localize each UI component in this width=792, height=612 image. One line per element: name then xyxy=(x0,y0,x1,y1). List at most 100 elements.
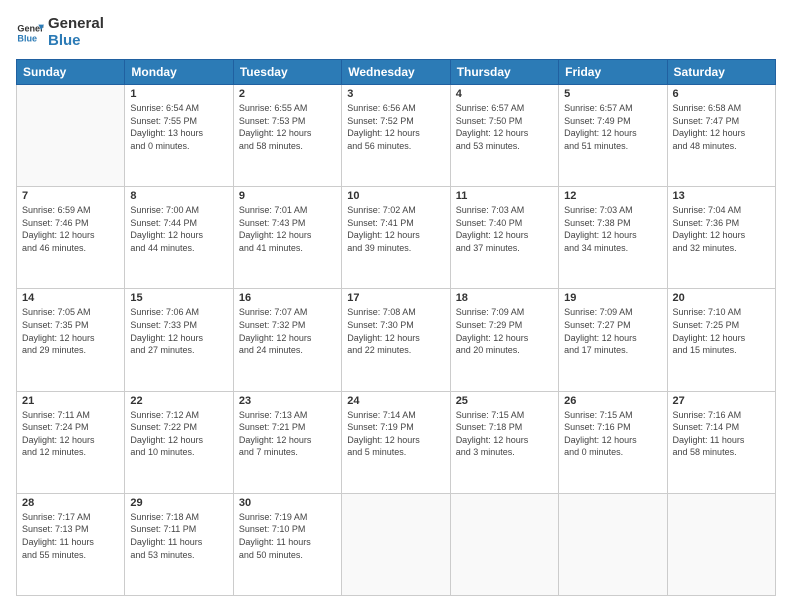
day-number: 13 xyxy=(673,190,770,202)
calendar-cell: 26 Sunrise: 7:15 AM Sunset: 7:16 PM Dayli… xyxy=(559,391,667,493)
weekday-header-row: SundayMondayTuesdayWednesdayThursdayFrid… xyxy=(17,60,776,85)
day-number: 28 xyxy=(22,497,119,509)
day-number: 23 xyxy=(239,395,336,407)
day-info: Sunrise: 7:13 AM Sunset: 7:21 PM Dayligh… xyxy=(239,409,336,459)
day-info: Sunrise: 7:17 AM Sunset: 7:13 PM Dayligh… xyxy=(22,511,119,561)
weekday-header-thursday: Thursday xyxy=(450,60,558,85)
calendar-cell xyxy=(667,493,775,595)
calendar-cell: 4 Sunrise: 6:57 AM Sunset: 7:50 PM Daylig… xyxy=(450,85,558,187)
weekday-header-sunday: Sunday xyxy=(17,60,125,85)
day-number: 6 xyxy=(673,88,770,100)
calendar-cell: 19 Sunrise: 7:09 AM Sunset: 7:27 PM Dayli… xyxy=(559,289,667,391)
day-number: 7 xyxy=(22,190,119,202)
calendar-cell: 2 Sunrise: 6:55 AM Sunset: 7:53 PM Daylig… xyxy=(233,85,341,187)
calendar-cell: 8 Sunrise: 7:00 AM Sunset: 7:44 PM Daylig… xyxy=(125,187,233,289)
day-number: 3 xyxy=(347,88,444,100)
weekday-header-monday: Monday xyxy=(125,60,233,85)
day-number: 29 xyxy=(130,497,227,509)
calendar-cell: 14Sunrise: 7:05 AM Sunset: 7:35 PM Dayli… xyxy=(17,289,125,391)
day-info: Sunrise: 7:12 AM Sunset: 7:22 PM Dayligh… xyxy=(130,409,227,459)
day-number: 17 xyxy=(347,292,444,304)
day-info: Sunrise: 7:05 AM Sunset: 7:35 PM Dayligh… xyxy=(22,306,119,356)
day-info: Sunrise: 7:01 AM Sunset: 7:43 PM Dayligh… xyxy=(239,204,336,254)
day-info: Sunrise: 7:15 AM Sunset: 7:18 PM Dayligh… xyxy=(456,409,553,459)
day-number: 10 xyxy=(347,190,444,202)
day-number: 18 xyxy=(456,292,553,304)
day-number: 30 xyxy=(239,497,336,509)
calendar-cell: 20Sunrise: 7:10 AM Sunset: 7:25 PM Dayli… xyxy=(667,289,775,391)
logo: General Blue General Blue xyxy=(16,16,104,49)
week-row-1: 1Sunrise: 6:54 AM Sunset: 7:55 PM Daylig… xyxy=(17,85,776,187)
day-number: 24 xyxy=(347,395,444,407)
weekday-header-tuesday: Tuesday xyxy=(233,60,341,85)
logo-blue: Blue xyxy=(48,33,104,50)
calendar-cell: 23 Sunrise: 7:13 AM Sunset: 7:21 PM Dayli… xyxy=(233,391,341,493)
calendar-cell: 21 Sunrise: 7:11 AM Sunset: 7:24 PM Dayli… xyxy=(17,391,125,493)
day-info: Sunrise: 7:00 AM Sunset: 7:44 PM Dayligh… xyxy=(130,204,227,254)
day-number: 5 xyxy=(564,88,661,100)
calendar-cell xyxy=(559,493,667,595)
day-info: Sunrise: 7:03 AM Sunset: 7:38 PM Dayligh… xyxy=(564,204,661,254)
calendar-cell: 17 Sunrise: 7:08 AM Sunset: 7:30 PM Dayli… xyxy=(342,289,450,391)
day-info: Sunrise: 7:02 AM Sunset: 7:41 PM Dayligh… xyxy=(347,204,444,254)
weekday-header-friday: Friday xyxy=(559,60,667,85)
day-info: Sunrise: 7:15 AM Sunset: 7:16 PM Dayligh… xyxy=(564,409,661,459)
day-number: 1 xyxy=(130,88,227,100)
calendar-cell: 6 Sunrise: 6:58 AM Sunset: 7:47 PM Daylig… xyxy=(667,85,775,187)
header: General Blue General Blue xyxy=(16,16,776,49)
day-number: 16 xyxy=(239,292,336,304)
calendar-cell: 16 Sunrise: 7:07 AM Sunset: 7:32 PM Dayli… xyxy=(233,289,341,391)
day-info: Sunrise: 6:55 AM Sunset: 7:53 PM Dayligh… xyxy=(239,102,336,152)
calendar-cell: 10 Sunrise: 7:02 AM Sunset: 7:41 PM Dayli… xyxy=(342,187,450,289)
week-row-3: 14Sunrise: 7:05 AM Sunset: 7:35 PM Dayli… xyxy=(17,289,776,391)
calendar-cell: 27 Sunrise: 7:16 AM Sunset: 7:14 PM Dayli… xyxy=(667,391,775,493)
calendar-cell: 3 Sunrise: 6:56 AM Sunset: 7:52 PM Daylig… xyxy=(342,85,450,187)
day-number: 9 xyxy=(239,190,336,202)
day-number: 2 xyxy=(239,88,336,100)
calendar-cell: 29Sunrise: 7:18 AM Sunset: 7:11 PM Dayli… xyxy=(125,493,233,595)
day-info: Sunrise: 7:16 AM Sunset: 7:14 PM Dayligh… xyxy=(673,409,770,459)
calendar-cell: 9 Sunrise: 7:01 AM Sunset: 7:43 PM Daylig… xyxy=(233,187,341,289)
calendar-cell: 7 Sunrise: 6:59 AM Sunset: 7:46 PM Daylig… xyxy=(17,187,125,289)
day-info: Sunrise: 7:09 AM Sunset: 7:27 PM Dayligh… xyxy=(564,306,661,356)
calendar-cell: 11Sunrise: 7:03 AM Sunset: 7:40 PM Dayli… xyxy=(450,187,558,289)
page: General Blue General Blue SundayMondayTu… xyxy=(0,0,792,612)
calendar-cell: 12Sunrise: 7:03 AM Sunset: 7:38 PM Dayli… xyxy=(559,187,667,289)
day-number: 21 xyxy=(22,395,119,407)
day-info: Sunrise: 7:14 AM Sunset: 7:19 PM Dayligh… xyxy=(347,409,444,459)
day-number: 25 xyxy=(456,395,553,407)
calendar-cell: 5 Sunrise: 6:57 AM Sunset: 7:49 PM Daylig… xyxy=(559,85,667,187)
day-info: Sunrise: 7:07 AM Sunset: 7:32 PM Dayligh… xyxy=(239,306,336,356)
calendar-cell: 15Sunrise: 7:06 AM Sunset: 7:33 PM Dayli… xyxy=(125,289,233,391)
svg-text:Blue: Blue xyxy=(17,33,37,43)
day-info: Sunrise: 7:19 AM Sunset: 7:10 PM Dayligh… xyxy=(239,511,336,561)
day-info: Sunrise: 6:57 AM Sunset: 7:49 PM Dayligh… xyxy=(564,102,661,152)
weekday-header-wednesday: Wednesday xyxy=(342,60,450,85)
calendar-cell: 1Sunrise: 6:54 AM Sunset: 7:55 PM Daylig… xyxy=(125,85,233,187)
calendar-table: SundayMondayTuesdayWednesdayThursdayFrid… xyxy=(16,59,776,596)
day-number: 19 xyxy=(564,292,661,304)
day-info: Sunrise: 6:56 AM Sunset: 7:52 PM Dayligh… xyxy=(347,102,444,152)
weekday-header-saturday: Saturday xyxy=(667,60,775,85)
calendar-cell: 28 Sunrise: 7:17 AM Sunset: 7:13 PM Dayli… xyxy=(17,493,125,595)
day-number: 20 xyxy=(673,292,770,304)
day-number: 26 xyxy=(564,395,661,407)
calendar-cell xyxy=(342,493,450,595)
calendar-cell: 13Sunrise: 7:04 AM Sunset: 7:36 PM Dayli… xyxy=(667,187,775,289)
day-info: Sunrise: 7:08 AM Sunset: 7:30 PM Dayligh… xyxy=(347,306,444,356)
day-number: 8 xyxy=(130,190,227,202)
logo-icon: General Blue xyxy=(16,19,44,47)
calendar-cell xyxy=(17,85,125,187)
calendar-cell: 22Sunrise: 7:12 AM Sunset: 7:22 PM Dayli… xyxy=(125,391,233,493)
calendar-cell: 25 Sunrise: 7:15 AM Sunset: 7:18 PM Dayli… xyxy=(450,391,558,493)
day-number: 15 xyxy=(130,292,227,304)
logo-general: General xyxy=(48,16,104,33)
day-info: Sunrise: 6:58 AM Sunset: 7:47 PM Dayligh… xyxy=(673,102,770,152)
calendar-cell: 24 Sunrise: 7:14 AM Sunset: 7:19 PM Dayli… xyxy=(342,391,450,493)
day-number: 4 xyxy=(456,88,553,100)
day-info: Sunrise: 6:57 AM Sunset: 7:50 PM Dayligh… xyxy=(456,102,553,152)
day-info: Sunrise: 6:59 AM Sunset: 7:46 PM Dayligh… xyxy=(22,204,119,254)
day-info: Sunrise: 7:11 AM Sunset: 7:24 PM Dayligh… xyxy=(22,409,119,459)
calendar-cell: 30 Sunrise: 7:19 AM Sunset: 7:10 PM Dayli… xyxy=(233,493,341,595)
day-number: 27 xyxy=(673,395,770,407)
